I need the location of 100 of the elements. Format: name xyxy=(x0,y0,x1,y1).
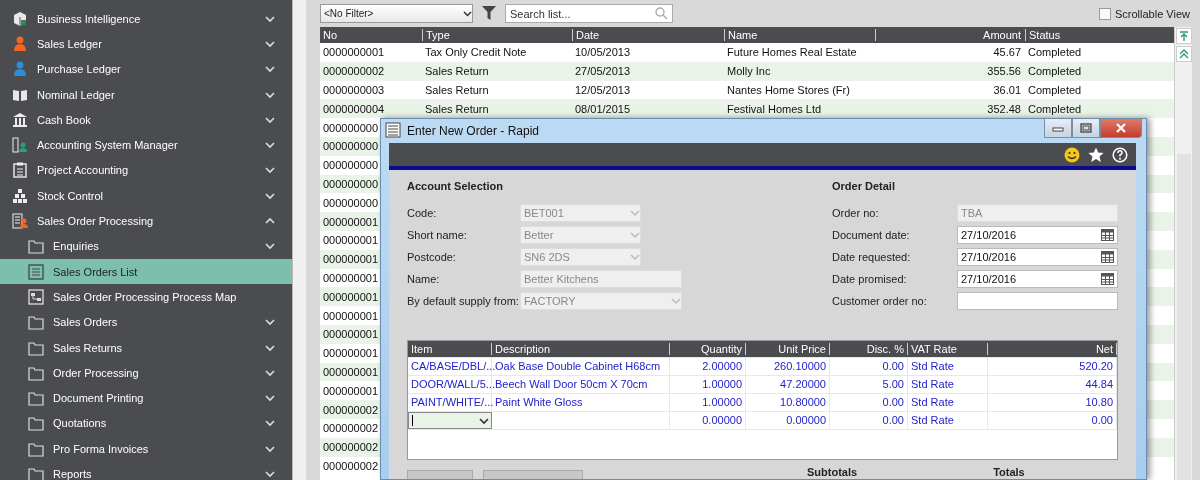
chevron-down-icon xyxy=(264,469,276,479)
grid-cell[interactable]: 0.00 xyxy=(830,394,908,411)
close-icon xyxy=(1115,123,1127,133)
table-cell-text: 0000000001 xyxy=(322,46,385,59)
page-up-icon[interactable] xyxy=(1175,46,1192,62)
column-header[interactable]: Item xyxy=(408,343,492,355)
grid-cell[interactable]: Beech Wall Door 50cm X 70cm xyxy=(492,376,670,393)
filter-dropdown[interactable]: <No Filter> xyxy=(320,4,473,23)
sidebar-item[interactable]: Stock Control xyxy=(0,183,292,209)
window-title: Enter New Order - Rapid xyxy=(407,124,540,138)
grid-cell[interactable]: 2.00000 xyxy=(670,358,746,375)
table-cell-text: Festival Homes Ltd xyxy=(726,102,822,115)
chevron-down-icon xyxy=(264,367,276,378)
chevron-down-icon xyxy=(264,140,276,151)
column-header[interactable]: Net xyxy=(988,343,1117,355)
grid-cell[interactable]: 260.10000 xyxy=(746,358,830,375)
sidebar-item[interactable]: Sales Returns xyxy=(0,334,292,361)
sidebar-item[interactable]: Enquiries xyxy=(0,233,292,259)
grid-cell[interactable]: 0.00 xyxy=(988,412,1117,429)
grid-cell[interactable]: Std Rate xyxy=(908,412,988,429)
column-header[interactable]: Amount xyxy=(875,29,1025,41)
grid-cell[interactable]: 44.84 xyxy=(988,376,1117,393)
field-label: Customer order no: xyxy=(832,295,928,307)
grid-cell[interactable]: Paint White Gloss xyxy=(492,394,670,411)
grid-cell[interactable]: 1.00000 xyxy=(670,376,746,393)
minimize-button[interactable] xyxy=(1044,119,1072,138)
scrollable-view-checkbox[interactable] xyxy=(1099,7,1111,20)
sidebar-item[interactable]: Pro Forma Invoices xyxy=(0,436,292,462)
search-field[interactable]: Search list... xyxy=(505,4,673,23)
grid-cell[interactable]: 520.20 xyxy=(988,358,1117,375)
search-icon xyxy=(655,7,668,20)
column-header[interactable]: Name xyxy=(724,29,758,41)
sidebar-item[interactable]: Accounting System Manager xyxy=(0,132,292,158)
grid-cell[interactable]: Oak Base Double Cabinet H68cm xyxy=(492,358,670,375)
grid-cell[interactable]: 0.00000 xyxy=(746,412,830,429)
sidebar-scrollbar[interactable] xyxy=(292,0,306,480)
column-header[interactable]: Unit Price xyxy=(746,343,830,355)
sidebar-item[interactable]: Business Intelligence xyxy=(0,6,292,32)
table-cell-text: Sales Return xyxy=(424,65,489,78)
sidebar-item[interactable]: Sales Ledger xyxy=(0,31,292,57)
table-cell-text: 000000001 xyxy=(322,347,379,360)
sidebar-item[interactable]: Purchase Ledger xyxy=(0,56,292,82)
sidebar-item[interactable]: Nominal Ledger xyxy=(0,81,292,108)
column-header[interactable]: VAT Rate xyxy=(908,343,988,355)
sidebar-item[interactable]: Project Accounting xyxy=(0,157,292,184)
maximize-button[interactable] xyxy=(1072,119,1100,138)
sidebar-item[interactable]: Sales Orders List xyxy=(0,258,292,285)
dialog-button[interactable] xyxy=(407,470,473,479)
folder-icon xyxy=(28,415,44,432)
sidebar-item[interactable]: Sales Order Processing xyxy=(0,208,292,234)
scroll-to-top-icon[interactable] xyxy=(1175,28,1192,44)
field-label: Code: xyxy=(407,207,438,219)
calendar-icon xyxy=(1101,273,1114,285)
grid-cell[interactable]: PAINT/WHITE/... xyxy=(408,394,492,411)
caret-icon xyxy=(671,297,681,305)
chevron-down-icon xyxy=(264,317,276,328)
grid-cell[interactable]: Std Rate xyxy=(908,358,988,375)
column-header[interactable]: Date xyxy=(572,29,600,41)
grid-cell[interactable]: 0.00 xyxy=(830,358,908,375)
grid-cell[interactable]: 5.00 xyxy=(830,376,908,393)
field-label: Name: xyxy=(407,273,441,285)
close-button[interactable] xyxy=(1100,119,1142,138)
grid-cell[interactable]: 47.20000 xyxy=(746,376,830,393)
sidebar-item[interactable]: Order Processing xyxy=(0,360,292,386)
input-field[interactable] xyxy=(957,292,1118,310)
column-header[interactable]: Disc. % xyxy=(830,343,908,355)
column-header[interactable]: Description xyxy=(492,343,670,355)
sidebar-item[interactable]: Reports xyxy=(0,461,292,480)
calendar-icon xyxy=(1101,251,1114,263)
process-map-icon xyxy=(28,288,44,305)
sidebar-item[interactable]: Cash Book xyxy=(0,107,292,133)
date-field[interactable]: 27/10/2016 xyxy=(957,226,1118,244)
sidebar-item[interactable]: Quotations xyxy=(0,410,292,437)
grid-cell[interactable]: 0.00 xyxy=(830,412,908,429)
sidebar-item[interactable]: Document Printing xyxy=(0,385,292,411)
chevron-down-icon xyxy=(264,190,276,201)
column-header[interactable]: Status xyxy=(1025,29,1061,41)
column-header[interactable]: No xyxy=(320,29,338,41)
sidebar-item[interactable]: Sales Orders xyxy=(0,309,292,335)
grid-cell[interactable]: Std Rate xyxy=(908,394,988,411)
grid-cell[interactable]: 10.80000 xyxy=(746,394,830,411)
grid-cell[interactable]: 0.00000 xyxy=(670,412,746,429)
grid-cell[interactable]: Std Rate xyxy=(908,376,988,393)
date-field[interactable]: 27/10/2016 xyxy=(957,270,1118,288)
column-header[interactable]: Quantity xyxy=(670,343,746,355)
date-field[interactable]: 27/10/2016 xyxy=(957,248,1118,266)
grid-cell[interactable]: DOOR/WALL/5... xyxy=(408,376,492,393)
grid-cell[interactable]: 1.00000 xyxy=(670,394,746,411)
table-cell-text: Completed xyxy=(1027,46,1082,59)
item-dropdown[interactable] xyxy=(408,412,492,429)
caret-icon xyxy=(479,416,489,425)
maximize-icon xyxy=(1080,123,1092,133)
sidebar-item[interactable]: Sales Order Processing Process Map xyxy=(0,284,292,310)
folder-icon xyxy=(28,314,44,331)
table-cell-text: 000000001 xyxy=(322,365,379,378)
column-header[interactable]: Type xyxy=(422,29,450,41)
field-label: Short name: xyxy=(407,229,468,241)
grid-cell[interactable]: 10.80 xyxy=(988,394,1117,411)
dialog-button[interactable] xyxy=(483,470,583,479)
table-cell-text: 355.56 xyxy=(986,65,1022,78)
